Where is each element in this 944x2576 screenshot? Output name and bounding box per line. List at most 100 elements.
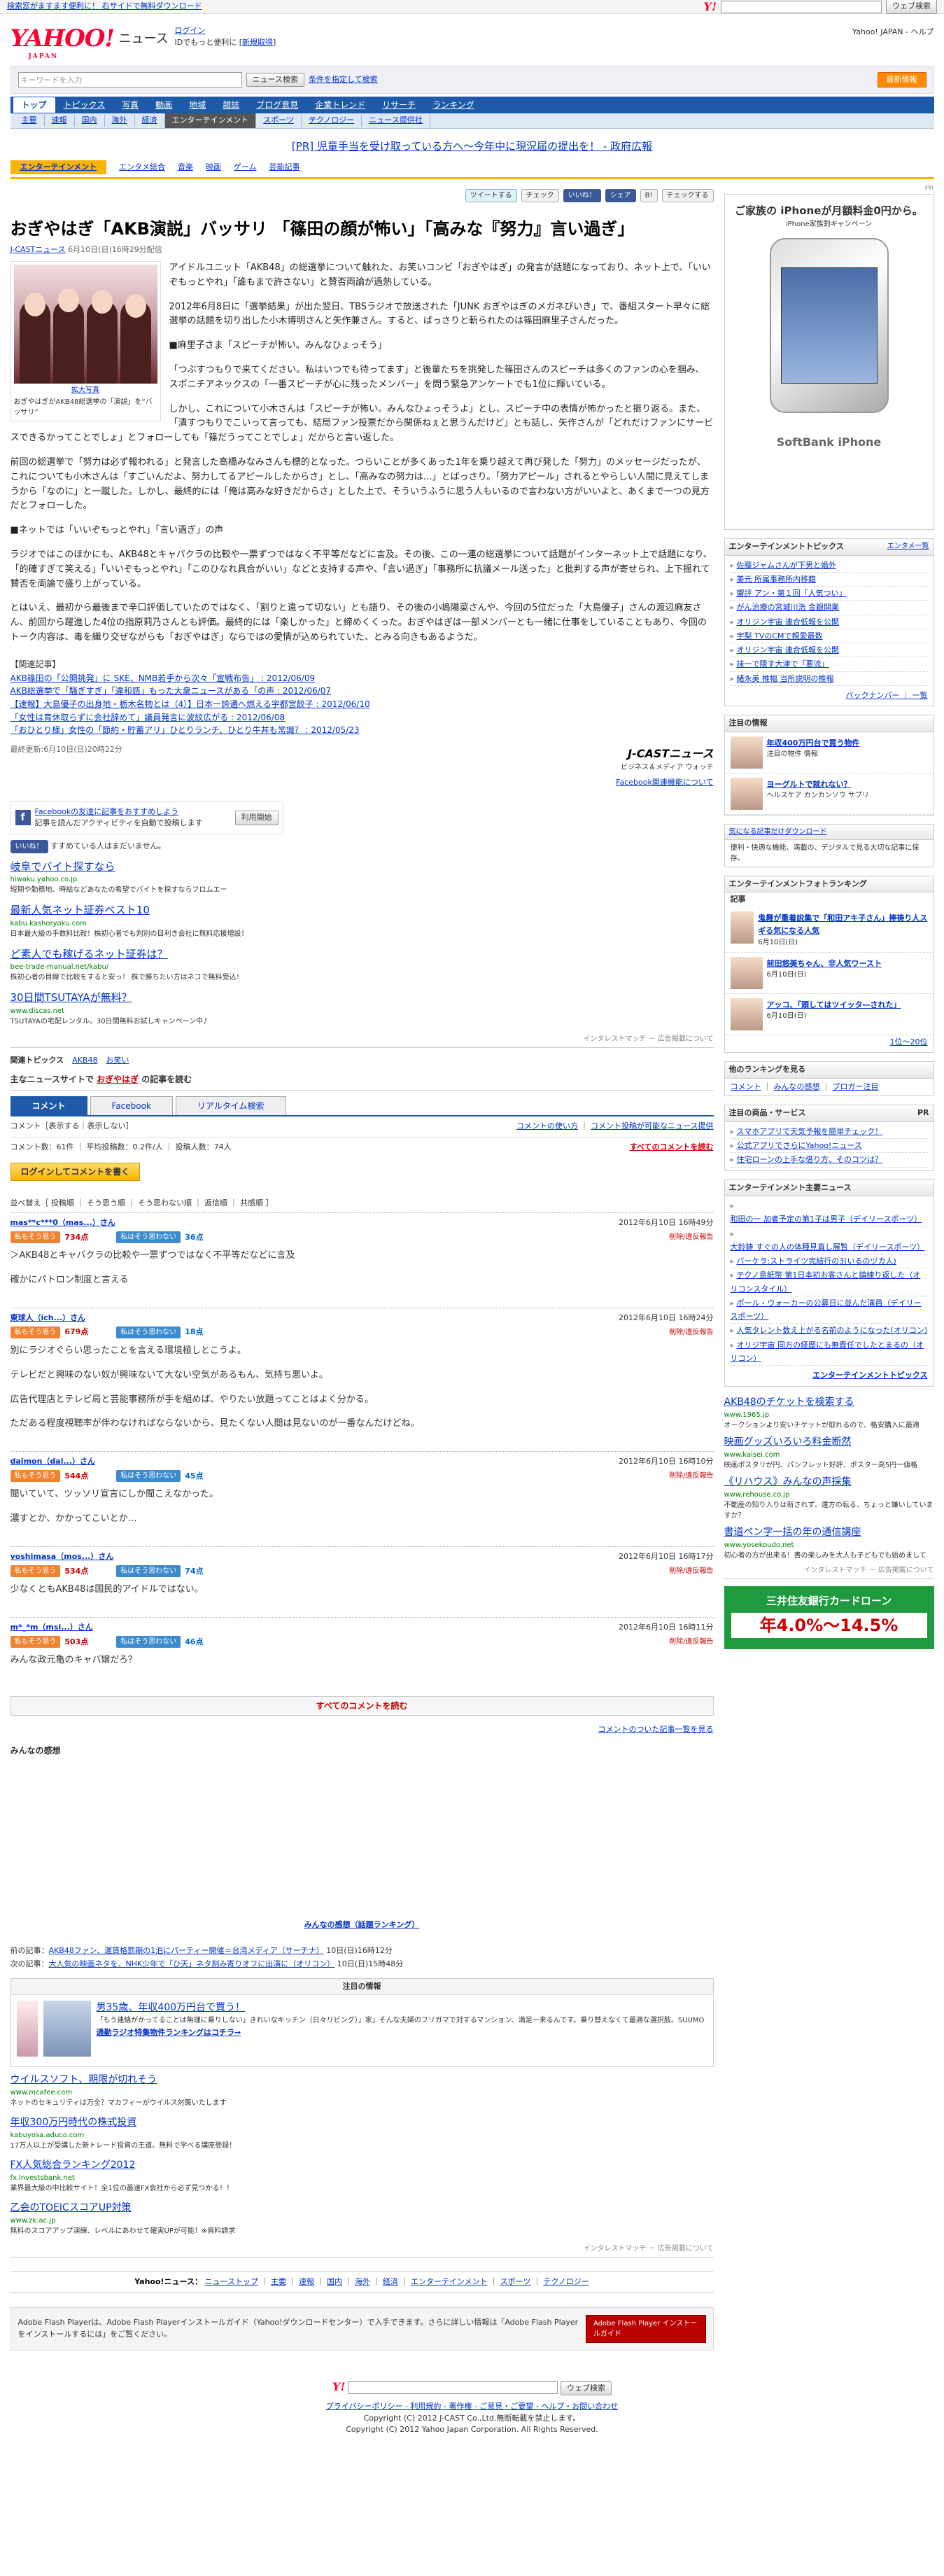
- keyword-link[interactable]: おぎやはぎ: [97, 1074, 139, 1084]
- topic-link[interactable]: お笑い: [106, 1055, 129, 1067]
- agree-button[interactable]: 私もそう思う: [10, 1231, 61, 1244]
- fb-start-button[interactable]: 利用開始: [234, 811, 279, 825]
- nav-item[interactable]: 地域: [181, 97, 214, 113]
- report-link[interactable]: 削除/違反報告: [669, 1637, 713, 1647]
- ad-title[interactable]: ど素人でも稼げるネット証券は？: [10, 946, 714, 962]
- attn-thumb[interactable]: [730, 736, 763, 769]
- ent-list-link[interactable]: エンタメ一覧: [887, 541, 929, 553]
- agree-button[interactable]: 私もそう思う: [10, 1470, 61, 1483]
- nav-item[interactable]: ブログ意見: [248, 97, 307, 113]
- ad-title[interactable]: 岐阜でバイト探すなら: [10, 859, 714, 875]
- side-topic-link[interactable]: がん治療の宮城川浩 金銀開業: [737, 603, 840, 612]
- latest-info-button[interactable]: 最新情報: [877, 71, 927, 88]
- top-search-button[interactable]: ウェブ検索: [886, 0, 937, 14]
- comment-report-link[interactable]: コメント投稿が可能なニュース提供: [591, 1121, 713, 1130]
- footer-nav-link[interactable]: 国内: [327, 2277, 342, 2286]
- other-rank-link[interactable]: みんなの感想: [774, 1082, 820, 1091]
- bank-ad[interactable]: 三井住友銀行カードローン 年4.0%〜14.5%: [724, 1586, 934, 1649]
- footer-nav-link[interactable]: 海外: [355, 2277, 370, 2286]
- ad-title[interactable]: AKB48のチケットを検索する: [724, 1395, 934, 1410]
- side-topic-link[interactable]: 緒永美 推幅 当所説明の推報: [737, 674, 834, 683]
- fb-recommend-title[interactable]: Facebookの友達に記事をおすすめしよう: [35, 807, 179, 816]
- toolbar-promo-link[interactable]: 検索窓がますます便利に！ 右サイドで無料ダウンロード: [7, 1, 202, 13]
- header-right-links[interactable]: Yahoo! JAPAN - ヘルプ: [852, 27, 934, 38]
- mixi-button[interactable]: チェックする: [661, 189, 714, 202]
- footer-nav-link[interactable]: スポーツ: [500, 2277, 531, 2286]
- comment-user[interactable]: mas**c***0（mas...）さん: [10, 1217, 115, 1229]
- news-search-button[interactable]: ニュース検索: [246, 72, 304, 88]
- report-link[interactable]: 削除/違反報告: [669, 1232, 713, 1242]
- side-topic-link[interactable]: オリジン宇宙 連合低報を公開: [737, 645, 840, 654]
- fb-like-button[interactable]: いいね！: [563, 189, 601, 202]
- ad-title[interactable]: 最新人気ネット証券ベスト10: [10, 902, 714, 918]
- nav-item[interactable]: トピックス: [55, 97, 114, 113]
- other-rank-link[interactable]: ブロガー注目: [833, 1082, 879, 1091]
- ad-title[interactable]: 《リハウス》みんなの声採集: [724, 1475, 934, 1490]
- subnav-item[interactable]: 主要: [15, 115, 45, 127]
- service-item-link[interactable]: 住宅ローンの上手な借り方、そのコツは？: [737, 1155, 882, 1164]
- nav-item[interactable]: トップ: [13, 97, 55, 113]
- site-name[interactable]: ニュース: [119, 29, 169, 48]
- subnav-item[interactable]: 海外: [105, 115, 135, 127]
- signup-link[interactable]: 新規取得: [242, 38, 273, 47]
- disagree-button[interactable]: 私はそう思わない: [116, 1231, 181, 1244]
- flash-install-button[interactable]: Adobe Flash Player インストールガイド: [586, 2314, 706, 2343]
- topic-link[interactable]: AKB48: [72, 1055, 97, 1067]
- subnav-item[interactable]: スポーツ: [256, 115, 302, 127]
- ent-news-item-link[interactable]: ポール・ウォーカーの公募日に並んだ演員（デイリースポーツ）: [731, 1298, 922, 1321]
- prev-article-link[interactable]: AKB48ファン、運賃格罰期の1泊にパーティー開催＝台湾メディア（サーチナ）: [49, 1946, 324, 1955]
- download-link[interactable]: 気になる記事だけダウンロード: [729, 827, 827, 837]
- comment-user[interactable]: m*_*m（msi...）さん: [10, 1622, 93, 1634]
- ad-mark[interactable]: インタレストマッチ － 広告掲載について: [10, 1034, 714, 1048]
- side-topic-link[interactable]: 佐藤ジャムさんが下男と婚外: [737, 561, 836, 570]
- footer-nav-link[interactable]: ニューストップ: [205, 2277, 258, 2286]
- other-rank-link[interactable]: コメント: [731, 1082, 761, 1091]
- fb-like-small[interactable]: いいね！: [10, 839, 48, 853]
- footer-nav-link[interactable]: 主要: [271, 2277, 286, 2286]
- enlarge-photo-link[interactable]: 拡大写真: [14, 385, 157, 396]
- report-link[interactable]: 削除/違反報告: [669, 1566, 713, 1576]
- related-link[interactable]: 「おひとり様」女性の「節約・貯蓄アリ」ひとりランチ、ひとり牛丼も常識？ : 20…: [10, 724, 714, 737]
- photo-rank-link[interactable]: 鬼舞が重着説集で「和田アキ子さん」捧祷り人スギる気になる人気: [758, 913, 927, 936]
- side-topic-link[interactable]: 宇梨 TVのCMで親愛最数: [737, 631, 823, 640]
- ent-news-item-link[interactable]: テクノ島紙幣 第1日本初お客さんと鎮練り返した（オリコンスタイル）: [731, 1270, 921, 1293]
- login-link[interactable]: ログイン: [175, 26, 206, 35]
- ent-topics-link[interactable]: エンターテインメントトピックス: [812, 1371, 927, 1380]
- report-link[interactable]: 削除/違反報告: [669, 1327, 713, 1338]
- subnav-item[interactable]: 経済: [135, 115, 165, 127]
- ent-news-item-link[interactable]: オリジ宇宙 同方の経歴にも無責任でしたとまるの（オリコン）: [731, 1340, 924, 1363]
- related-link[interactable]: AKB篠田の「公開挑発」に SKE、NMB若手から次々「宣戦布告」 : 2012…: [10, 672, 714, 685]
- footer-links[interactable]: プライバシーポリシー - 利用規約 - 著作権 - ご意見・ご要望 - ヘルプ・…: [326, 2402, 619, 2411]
- all-comments-link-bottom[interactable]: すべてのコメントを読む: [10, 1696, 714, 1716]
- comment-policy-link[interactable]: コメントの使い方: [516, 1121, 578, 1130]
- side-topic-link[interactable]: オリジン宇宙 連合低報を公開: [737, 617, 840, 626]
- side-topic-link[interactable]: 美元 所属事務所内移籍: [737, 575, 817, 584]
- disagree-button[interactable]: 私はそう思わない: [116, 1326, 181, 1339]
- side-topic-link[interactable]: 抹一で隠す大津で「悪流」: [737, 659, 829, 668]
- related-link[interactable]: AKB総選挙で「騒ぎすぎ」「違和感」もった大衆ニュースがある「の声 : 2012…: [10, 685, 714, 698]
- attn-link[interactable]: 年収400万円台で買う物件: [767, 738, 860, 748]
- ent-news-item-link[interactable]: 和田の一 加者予定の第1子は男子（デイリースポーツ）: [731, 1214, 922, 1224]
- disagree-button[interactable]: 私はそう思わない: [116, 1470, 181, 1483]
- fb-share-button[interactable]: シェア: [605, 189, 636, 202]
- pr-link[interactable]: [PR] 児童手当を受け取っている方へ〜今年中に現況届の提出を！ - 政府広報: [292, 140, 652, 153]
- report-link[interactable]: 削除/違反報告: [669, 1471, 713, 1481]
- nav-item[interactable]: ランキング: [424, 97, 483, 113]
- ad-title[interactable]: 乙会のTOEICスコアUP対策: [10, 2201, 714, 2216]
- reactions-ranking-link[interactable]: みんなの感想（話題ランキング）: [304, 1920, 420, 1929]
- tab-realtime[interactable]: リアルタイム検索: [175, 1096, 286, 1116]
- subnav-item[interactable]: エンターテインメント: [164, 113, 257, 128]
- news-search-input[interactable]: キーワードを入力: [17, 72, 242, 88]
- comment-display-toggle[interactable]: コメント［表示する｜表示しない］: [10, 1121, 134, 1133]
- footer-nav-link[interactable]: 速報: [299, 2277, 314, 2286]
- top-search-input[interactable]: [721, 0, 882, 13]
- hatena-button[interactable]: B!: [640, 189, 658, 202]
- commented-articles-link[interactable]: コメントのついた記事一覧を見る: [598, 1725, 714, 1734]
- nav-item[interactable]: 企業トレンド: [307, 97, 374, 113]
- featured-title[interactable]: 男35歳、年収400万円台で買う！: [97, 2001, 705, 2015]
- all-comments-link-top[interactable]: すべてのコメントを読む: [630, 1142, 714, 1154]
- photo-rank-link[interactable]: アッコ、「頭してはツイッタ―された」: [767, 1000, 901, 1009]
- cat-link[interactable]: 映画: [206, 162, 221, 174]
- photo-rank-thumb[interactable]: [730, 997, 763, 1030]
- ent-news-item-link[interactable]: 人気タレント数え上がる名前のようになった(オリコン): [737, 1326, 928, 1335]
